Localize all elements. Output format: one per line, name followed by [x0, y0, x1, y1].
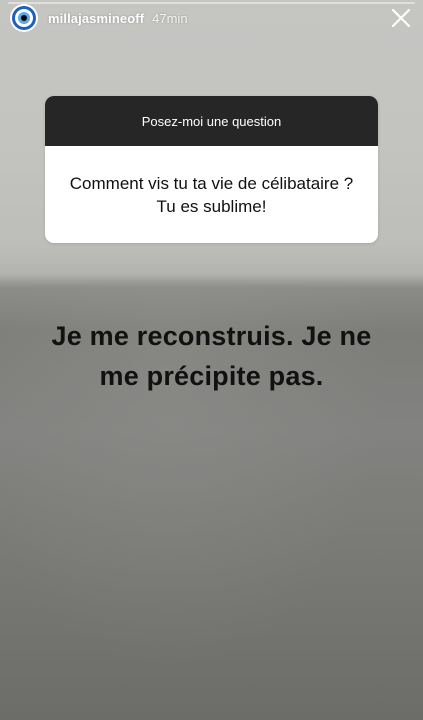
answer-line-2: me précipite pas.: [99, 361, 324, 391]
answer-text: Je me reconstruis. Je ne me précipite pa…: [10, 316, 413, 396]
question-sticker: Posez-moi une question Comment vis tu ta…: [45, 96, 378, 243]
close-icon: [391, 8, 411, 28]
story-header: millajasmineoff 47min: [10, 3, 413, 33]
story-timestamp: 47min: [152, 10, 188, 26]
story-view[interactable]: millajasmineoff 47min Posez-moi une ques…: [0, 0, 423, 720]
close-button[interactable]: [389, 6, 413, 30]
answer-line-1: Je me reconstruis. Je ne: [51, 321, 372, 351]
question-sticker-header: Posez-moi une question: [45, 96, 378, 146]
avatar[interactable]: [10, 4, 38, 32]
evil-eye-icon: [12, 6, 36, 30]
question-text: Comment vis tu ta vie de célibataire ? T…: [69, 173, 354, 216]
story-username[interactable]: millajasmineoff: [48, 11, 144, 26]
